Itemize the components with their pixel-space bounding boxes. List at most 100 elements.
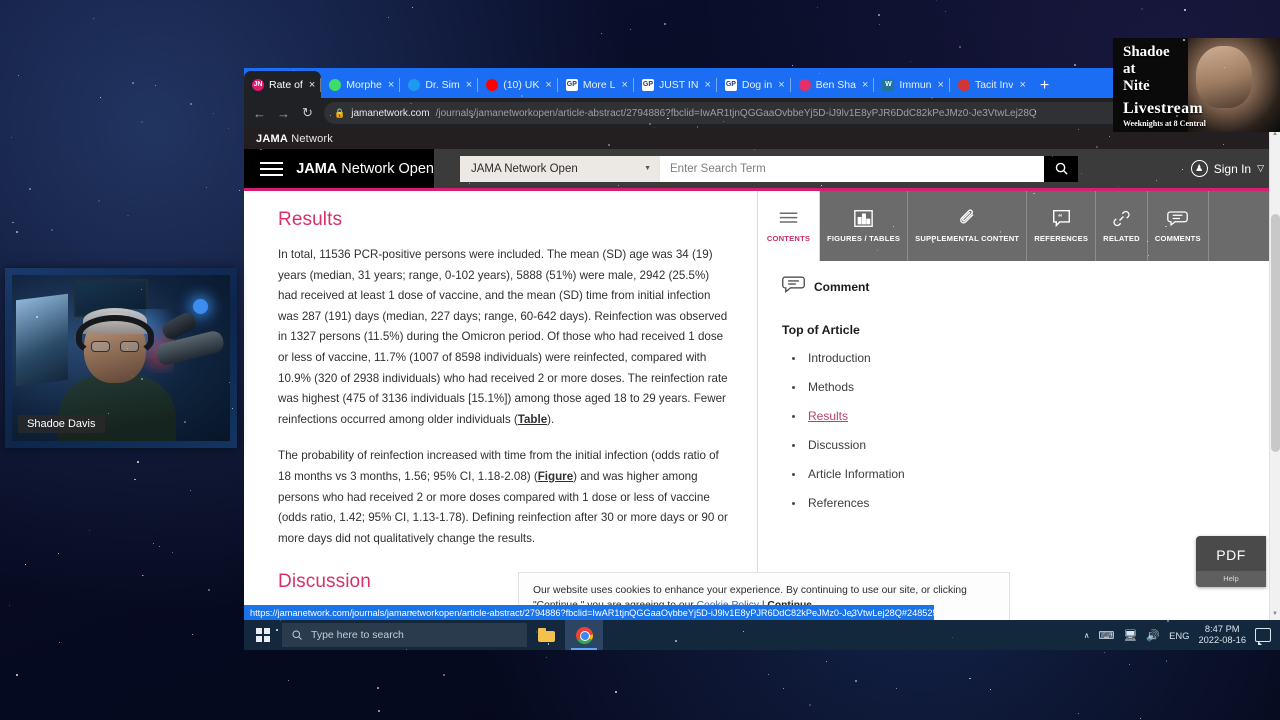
toc-item-discussion[interactable]: Discussion (782, 438, 1280, 452)
star (561, 262, 563, 264)
toc-item-article-information[interactable]: Article Information (782, 467, 1280, 481)
browser-tab[interactable]: JN Rate of × (244, 71, 322, 98)
star (58, 553, 60, 554)
close-tab-icon[interactable]: × (704, 79, 710, 91)
notification-icon[interactable] (1255, 628, 1271, 645)
page-body: Results In total, 11536 PCR-positive per… (244, 191, 1280, 617)
rail-tab-related[interactable]: RELATED (1096, 191, 1148, 261)
comment-row[interactable]: Comment (782, 275, 1280, 298)
paperclip-icon (957, 209, 978, 229)
rail-tab-bar: CONTENTS FIGURES / TABLES SUPPLEMENTAL CON… (758, 191, 1280, 261)
page-scrollbar[interactable]: ▲ ▼ (1269, 128, 1280, 620)
rail-content: Comment Top of Article Introduction Metho… (758, 261, 1280, 510)
browser-tab[interactable]: (10) UK × (477, 71, 558, 98)
monitor-icon[interactable]: 🖥 (1123, 629, 1137, 642)
rail-tab-supplemental-content[interactable]: SUPPLEMENTAL CONTENT (908, 191, 1028, 261)
star (1222, 144, 1224, 145)
eyeglasses (91, 341, 139, 353)
browser-tab[interactable]: Dr. Sim × (399, 71, 478, 98)
search-button[interactable] (1044, 155, 1078, 182)
star (126, 214, 129, 217)
figure-link[interactable]: Figure (538, 470, 573, 483)
star (387, 16, 389, 18)
browser-tab[interactable]: GP Dog in × (715, 71, 791, 98)
toc-item-methods[interactable]: Methods (782, 380, 1280, 394)
close-tab-icon[interactable]: × (309, 79, 315, 91)
stream-brand-overlay: Shadoe at Nite Livestream Weeknights at … (1113, 38, 1280, 132)
star (232, 408, 233, 409)
list-lines-icon (778, 209, 799, 229)
search-scope-select[interactable]: JAMA Network Open ▼ (460, 155, 660, 182)
rail-tab-figures-tables[interactable]: FIGURES / TABLES (820, 191, 909, 261)
monitor-left (16, 293, 68, 387)
close-tab-icon[interactable]: × (778, 79, 784, 91)
browser-tab[interactable]: Ben Sha × (789, 71, 875, 98)
star (140, 378, 143, 380)
taskbar-search-box[interactable]: Type here to search (282, 623, 527, 647)
pdf-label: PDF (1216, 547, 1246, 563)
scroll-down-arrow[interactable]: ▼ (1272, 611, 1278, 617)
show-hidden-icons-icon[interactable]: ∧ (1084, 631, 1090, 640)
taskbar-clock[interactable]: 8:47 PM 2022-08-16 (1198, 624, 1246, 646)
pdf-download-button[interactable]: PDF Help (1196, 536, 1266, 587)
close-tab-icon[interactable]: × (622, 79, 628, 91)
clock-time: 8:47 PM (1204, 624, 1240, 634)
address-bar[interactable]: 🔒 jamanetwork.com/journals/jamanetworkop… (324, 102, 1247, 124)
forward-button[interactable]: → (276, 106, 291, 121)
taskbar-app-google-chrome[interactable] (565, 620, 603, 650)
blue-light (193, 299, 208, 314)
star (723, 120, 724, 122)
browser-tab[interactable]: Morphe × (320, 71, 400, 98)
rail-tab-comments[interactable]: COMMENTS (1148, 191, 1209, 261)
toc-item-introduction[interactable]: Introduction (782, 351, 1280, 365)
twitter-icon (408, 78, 421, 91)
rail-tab-references[interactable]: “REFERENCES (1027, 191, 1097, 261)
sign-in-menu[interactable]: ♟ Sign In ▽ (1190, 149, 1264, 188)
star (1174, 461, 1177, 463)
reload-button[interactable]: ↻ (300, 105, 315, 121)
close-tab-icon[interactable]: × (466, 79, 472, 91)
star (562, 297, 564, 299)
close-tab-icon[interactable]: × (1019, 79, 1025, 91)
star (132, 82, 134, 84)
back-button[interactable]: ← (252, 106, 267, 121)
red-dot-icon (957, 78, 970, 91)
scrollbar-thumb[interactable] (1271, 214, 1280, 452)
keyboard-icon[interactable]: ⌨ (1099, 629, 1115, 642)
close-tab-icon[interactable]: × (862, 79, 868, 91)
star (411, 6, 414, 9)
taskbar-app-file-explorer[interactable] (527, 620, 565, 650)
close-tab-icon[interactable]: × (388, 79, 394, 91)
star (878, 24, 880, 26)
search-input[interactable]: Enter Search Term (660, 155, 1044, 182)
article-paragraph-1: In total, 11536 PCR-positive persons wer… (278, 248, 728, 426)
close-tab-icon[interactable]: × (938, 79, 944, 91)
browser-tab[interactable]: W Immun × (873, 71, 950, 98)
language-indicator[interactable]: ENG (1169, 630, 1189, 641)
table-link[interactable]: Table (518, 413, 547, 426)
star (1074, 64, 1076, 66)
toc-item-references[interactable]: References (782, 496, 1280, 510)
browser-tab[interactable]: Tacit Inv × (948, 71, 1032, 98)
browser-tab-title: Immun (899, 78, 932, 91)
jama-open-brand[interactable]: JAMA Network Open (244, 149, 434, 188)
browser-tab[interactable]: GP JUST IN × (632, 71, 717, 98)
article-paragraph-2: The probability of reinfection increased… (278, 449, 728, 545)
star (1131, 267, 1134, 270)
clock-date: 2022-08-16 (1198, 635, 1246, 645)
taskbar-search-placeholder: Type here to search (311, 629, 404, 641)
hamburger-menu-icon[interactable] (260, 161, 284, 176)
quote-bubble-icon: “ (1051, 209, 1072, 229)
rail-tab-contents[interactable]: CONTENTS (758, 191, 820, 261)
speaker-icon[interactable]: 🔊 (1146, 629, 1160, 642)
close-tab-icon[interactable]: × (545, 79, 551, 91)
new-tab-button[interactable]: + (1032, 78, 1057, 98)
star (454, 209, 456, 212)
jama-network-logo[interactable]: JAMA Network (256, 133, 333, 145)
table-of-contents: Introduction Methods Results Discussion Arti… (782, 351, 1280, 510)
star (474, 353, 476, 355)
cookie-line-1: Our website uses cookies to enhance your… (533, 585, 967, 596)
toc-item-results[interactable]: Results (782, 409, 1280, 423)
help-label[interactable]: Help (1196, 571, 1266, 587)
browser-tab[interactable]: GP More L × (556, 71, 634, 98)
